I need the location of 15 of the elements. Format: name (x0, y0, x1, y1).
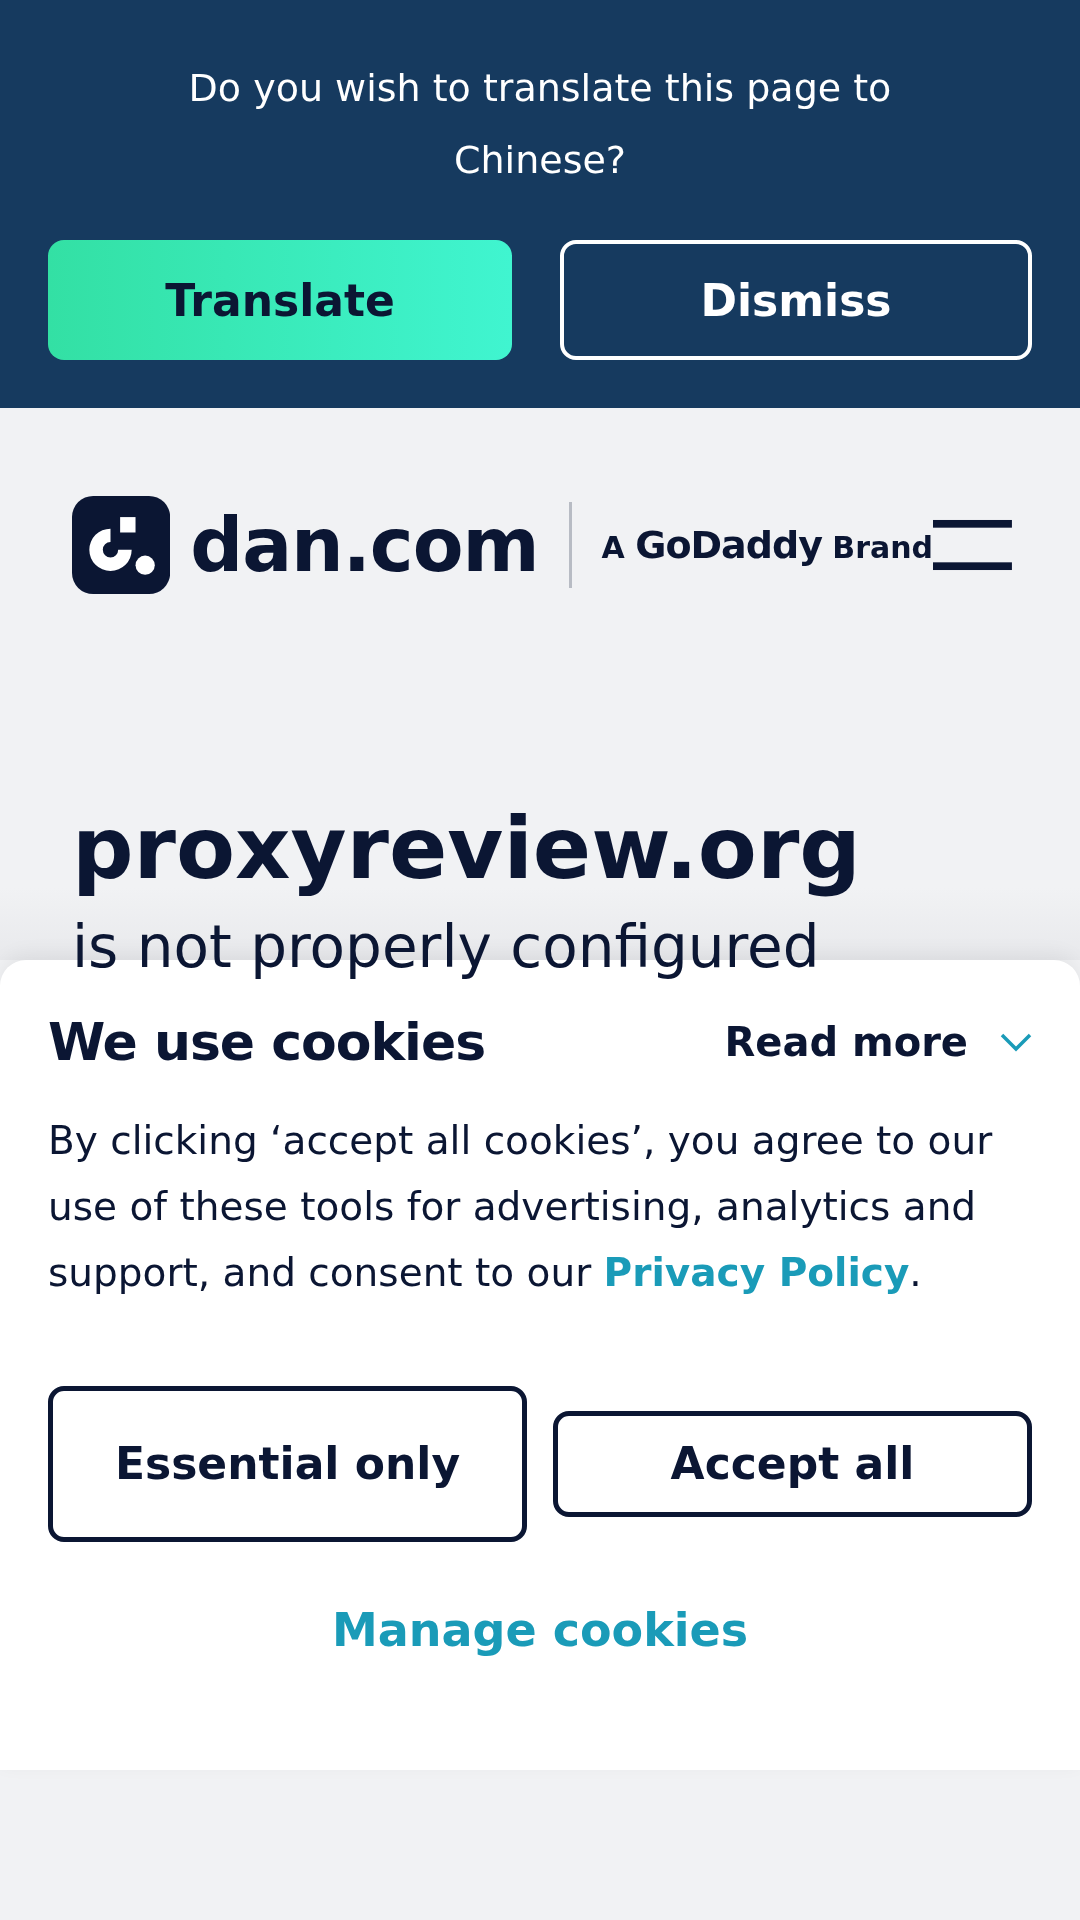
essential-only-button[interactable]: Essential only (48, 1386, 527, 1542)
cookie-description: By clicking ‘accept all cookies’, you agree to our use of these tools for advertising, analytics and support, and consent to our Privacy Policy. (48, 1117, 994, 1297)
brand-tagline: A GoDaddy Brand (601, 523, 934, 567)
read-more-button[interactable]: Read more (724, 1019, 1032, 1065)
chevron-icon (1000, 1032, 1032, 1052)
accept-all-button[interactable]: Accept all (553, 1411, 1032, 1517)
menu-icon[interactable] (933, 519, 1012, 571)
translate-button[interactable]: Translate (48, 240, 512, 360)
domain-title: proxyreview.org (72, 798, 862, 898)
cookie-title: We use cookies (48, 1012, 486, 1072)
dismiss-button[interactable]: Dismiss (560, 240, 1032, 360)
translate-prompt: Do you wish to translate this page to Chinese? (187, 65, 893, 184)
logo-icon (72, 494, 171, 596)
logo-text: dan.com (190, 502, 539, 588)
status-text: is not properly configured (72, 912, 821, 982)
